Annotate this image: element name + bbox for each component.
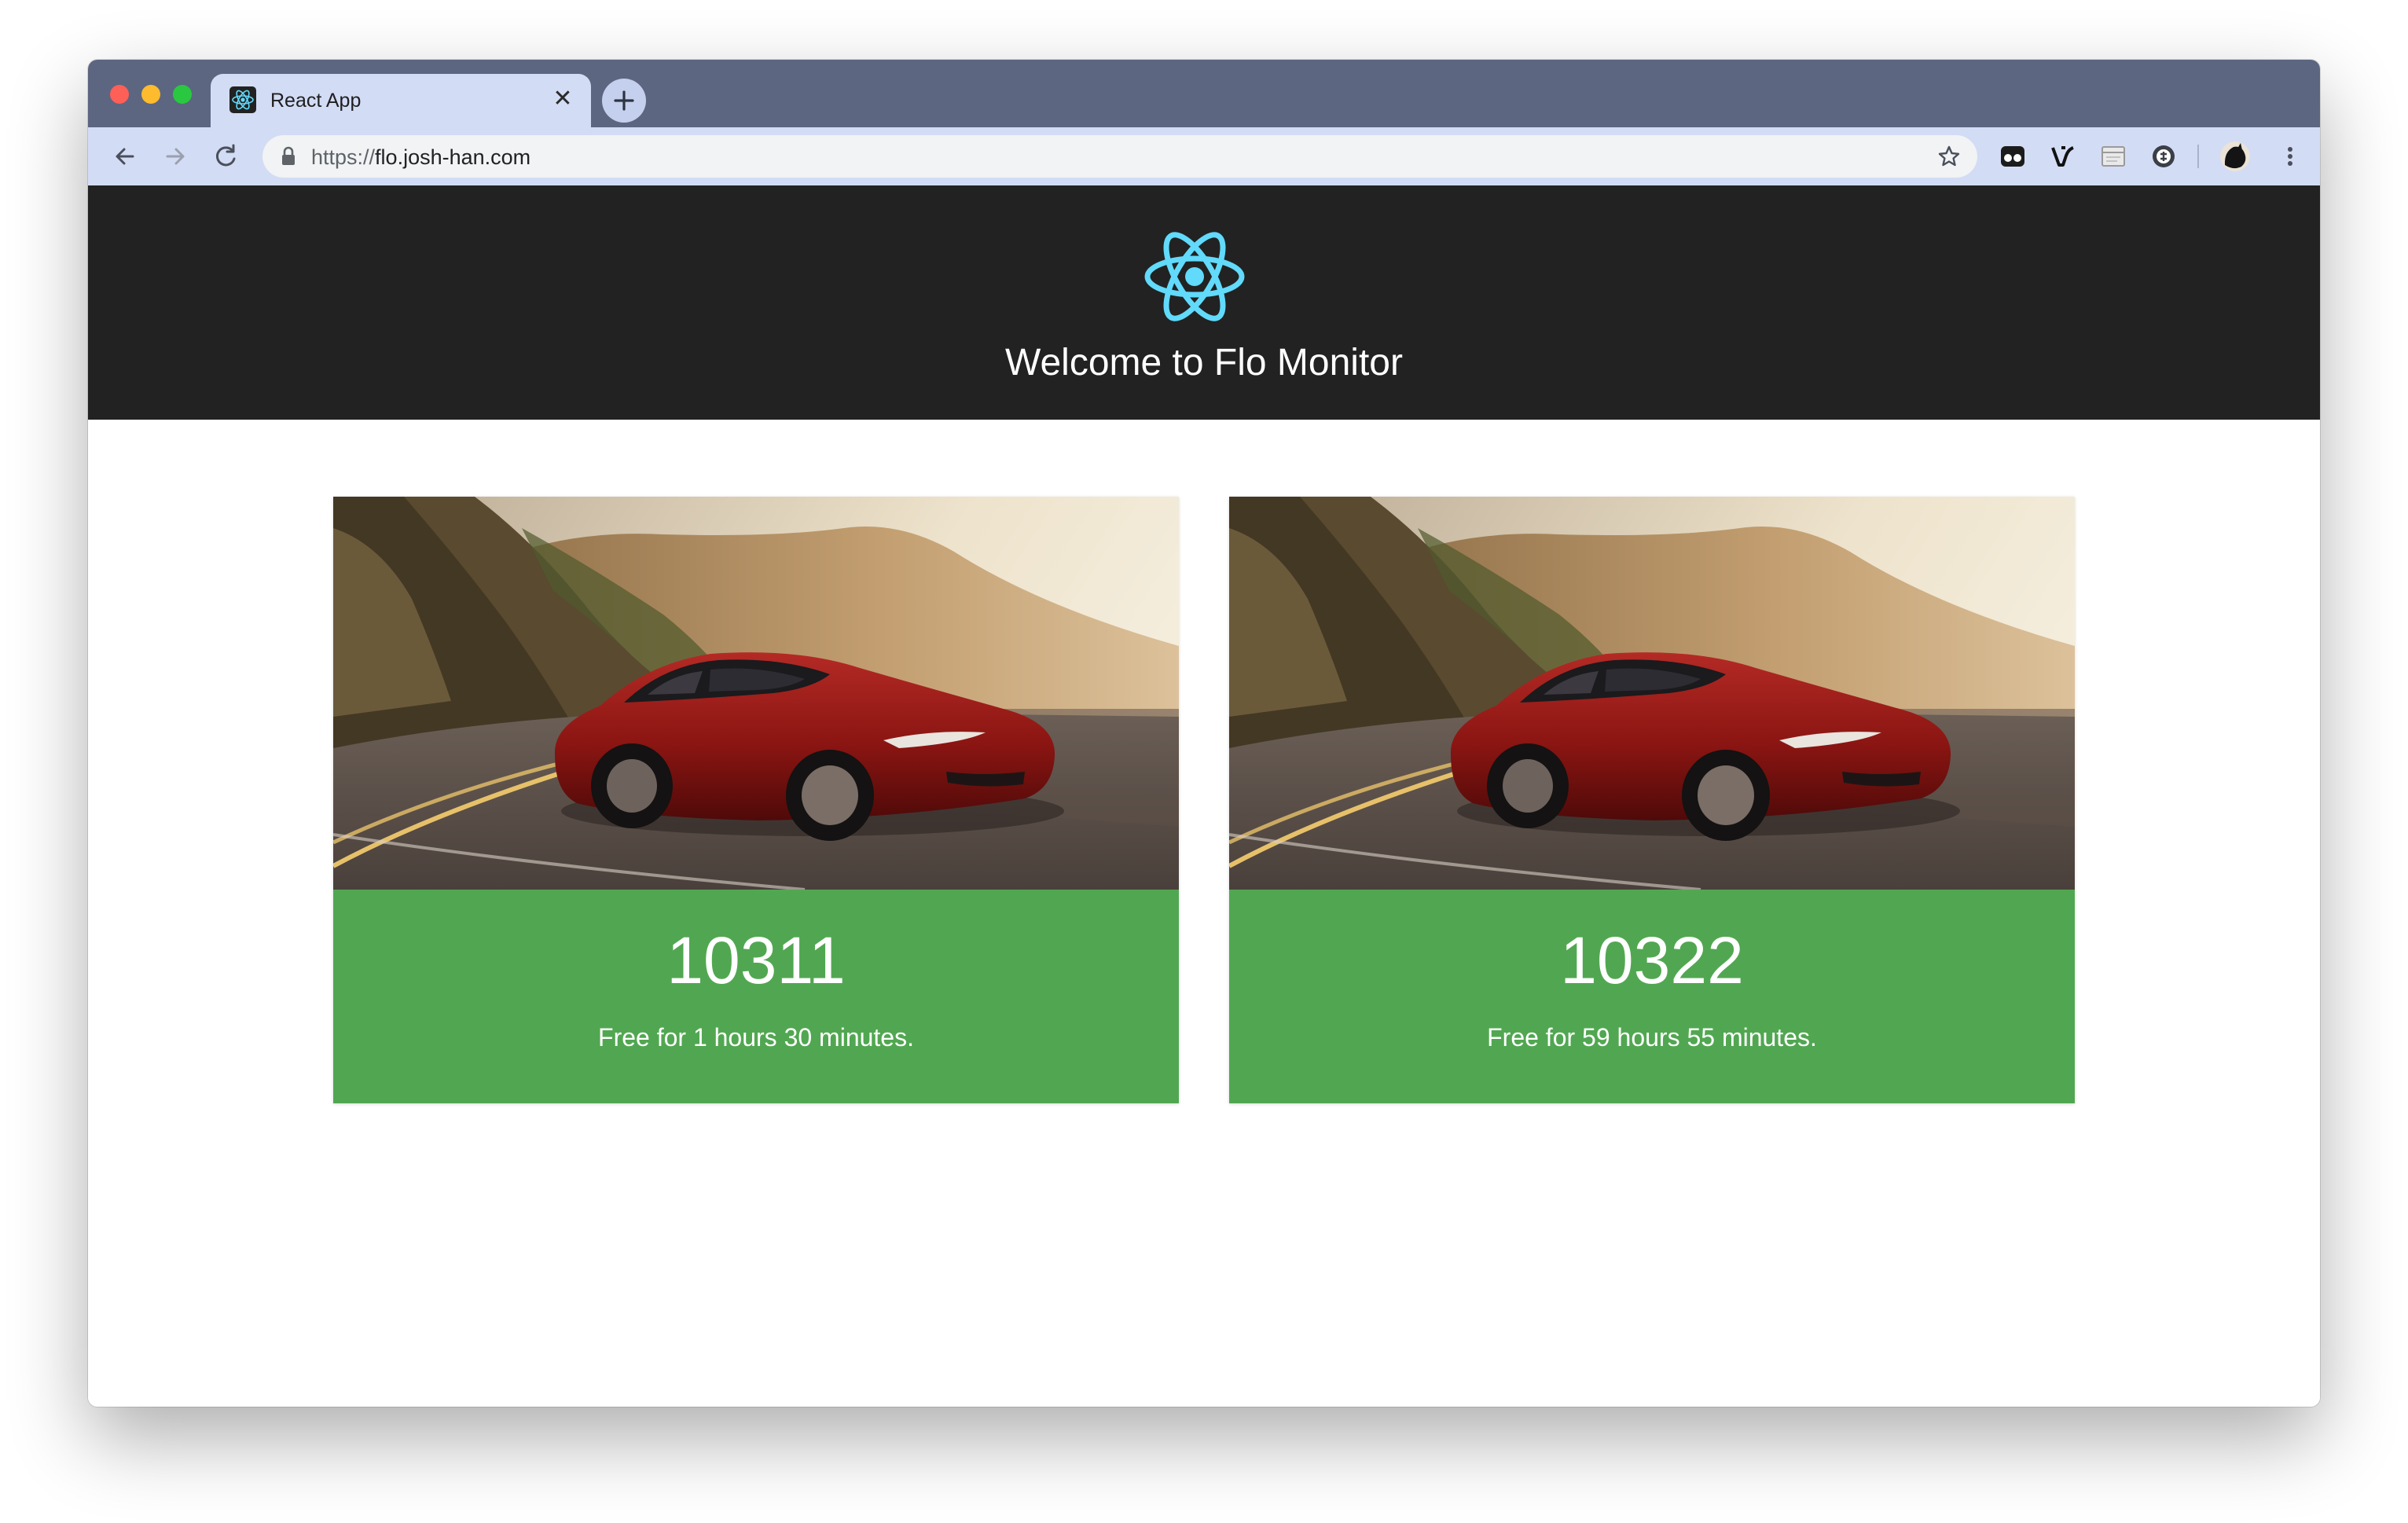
tab-strip: React App ✕ bbox=[88, 60, 2320, 127]
close-icon[interactable]: ✕ bbox=[549, 85, 577, 113]
lock-icon[interactable] bbox=[278, 145, 299, 167]
space-number: 10322 bbox=[1560, 923, 1744, 997]
new-tab-button[interactable] bbox=[602, 79, 646, 123]
tab-react-app[interactable]: React App ✕ bbox=[211, 74, 591, 127]
car-photo bbox=[333, 497, 1179, 890]
car-photo bbox=[1229, 497, 2075, 890]
browser-window: React App ✕ https://flo.josh-han.com Wel… bbox=[88, 60, 2320, 1407]
reload-icon[interactable] bbox=[209, 140, 242, 173]
availability-status: Free for 1 hours 30 minutes. bbox=[598, 1023, 914, 1051]
toolbar-divider bbox=[2197, 145, 2199, 168]
url-host: flo.josh-han.com bbox=[375, 145, 531, 169]
plus-icon bbox=[614, 90, 634, 111]
space-card[interactable]: 10322 Free for 59 hours 55 minutes. bbox=[1229, 497, 2075, 1103]
extension-icon-4[interactable] bbox=[2149, 141, 2179, 171]
extension-icon-2[interactable] bbox=[2048, 141, 2078, 171]
kebab-menu-icon[interactable] bbox=[2281, 141, 2300, 171]
availability-status: Free for 59 hours 55 minutes. bbox=[1487, 1023, 1817, 1051]
space-number: 10311 bbox=[666, 923, 846, 997]
browser-toolbar: https://flo.josh-han.com bbox=[88, 127, 2320, 185]
url-scheme: https:// bbox=[311, 145, 376, 169]
zoom-window-button[interactable] bbox=[173, 85, 192, 104]
react-icon bbox=[229, 86, 256, 113]
extension-icon-1[interactable] bbox=[1998, 141, 2028, 171]
page-content: Welcome to Flo Monitor 10311 Free for 1 … bbox=[88, 185, 2320, 1407]
close-window-button[interactable] bbox=[110, 85, 129, 104]
back-arrow-icon[interactable] bbox=[108, 140, 141, 173]
bookmark-star-icon[interactable] bbox=[1936, 144, 1962, 169]
forward-arrow-icon[interactable] bbox=[159, 140, 192, 173]
address-bar[interactable]: https://flo.josh-han.com bbox=[262, 135, 1977, 178]
react-atom-logo bbox=[1144, 232, 1245, 321]
minimize-window-button[interactable] bbox=[141, 85, 160, 104]
profile-avatar-icon[interactable] bbox=[2218, 139, 2252, 174]
app-header: Welcome to Flo Monitor bbox=[88, 185, 2320, 420]
tab-title: React App bbox=[270, 90, 362, 112]
space-card[interactable]: 10311 Free for 1 hours 30 minutes. bbox=[333, 497, 1179, 1103]
extension-icon-3[interactable] bbox=[2098, 141, 2128, 171]
url-text: https://flo.josh-han.com bbox=[311, 145, 530, 170]
page-title: Welcome to Flo Monitor bbox=[1005, 342, 1403, 384]
